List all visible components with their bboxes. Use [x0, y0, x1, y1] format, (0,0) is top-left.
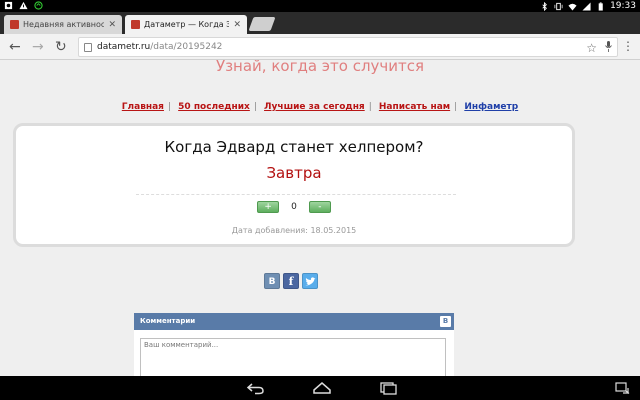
vk-favicon-icon: [10, 20, 19, 29]
battery-icon: [598, 1, 603, 11]
nav-separator: |: [167, 102, 172, 112]
vote-count: 0: [291, 202, 297, 212]
url-path: /data/20195242: [150, 42, 223, 52]
site-nav: Главная | 50 последних | Лучшие за сегодня…: [0, 102, 640, 112]
new-tab-button[interactable]: [248, 17, 276, 31]
recent-apps-icon[interactable]: [378, 381, 398, 395]
tab-vk-activity[interactable]: Недавняя активность в Вк ✕: [4, 15, 122, 34]
bluetooth-icon: [542, 1, 547, 11]
screen-cast-icon[interactable]: [614, 381, 630, 395]
close-icon[interactable]: ✕: [108, 20, 116, 30]
tab-title: Датаметр — Когда Эдвард: [144, 20, 230, 29]
warning-icon: [19, 1, 28, 10]
back-icon[interactable]: [246, 381, 266, 395]
nav-link-infametr[interactable]: Инфаметр: [464, 102, 518, 112]
home-icon[interactable]: [312, 381, 332, 395]
url-host: datametr.ru: [97, 42, 151, 52]
sync-icon: [34, 1, 43, 10]
wifi-icon: [568, 3, 577, 11]
nav-link-latest[interactable]: 50 последних: [178, 102, 250, 112]
nav-link-home[interactable]: Главная: [122, 102, 164, 112]
comments-widget: Комментарии В: [134, 313, 454, 376]
facebook-share-icon[interactable]: f: [283, 273, 299, 289]
vibrate-icon: [554, 2, 563, 10]
bookmark-star-icon[interactable]: ☆: [586, 41, 597, 55]
vote-up-button[interactable]: +: [257, 201, 280, 213]
signal-icon: [582, 1, 591, 11]
twitter-share-icon[interactable]: [302, 273, 318, 289]
question-text: Когда Эдвард станет хелпером?: [164, 138, 424, 156]
browser-toolbar: ← → ↻ datametr.ru/data/20195242 ☆ ⋮: [0, 34, 640, 60]
photo-notification-icon: [4, 1, 13, 10]
share-buttons: В f: [264, 273, 318, 289]
prediction-card: Когда Эдвард станет хелпером? Завтра + 0…: [13, 123, 575, 247]
vote-controls: + 0 -: [16, 201, 572, 213]
tab-datametr[interactable]: Датаметр — Когда Эдвард ✕: [125, 15, 247, 34]
system-navigation-bar: [0, 376, 640, 400]
twitter-bird-icon: [305, 277, 316, 286]
date-added: Дата добавления: 18.05.2015: [231, 226, 357, 235]
site-slogan: Узнай, когда это случится: [215, 60, 425, 75]
nav-link-contact[interactable]: Написать нам: [379, 102, 450, 112]
tab-strip: Недавняя активность в Вк ✕ Датаметр — Ко…: [0, 12, 640, 34]
overflow-menu-icon[interactable]: ⋮: [622, 40, 634, 52]
datametr-favicon-icon: [131, 20, 140, 29]
nav-link-best-today[interactable]: Лучшие за сегодня: [264, 102, 365, 112]
forward-arrow-icon[interactable]: →: [32, 39, 44, 55]
comment-input[interactable]: [140, 338, 446, 376]
nav-separator: |: [454, 102, 458, 112]
close-icon[interactable]: ✕: [233, 20, 241, 30]
answer-text: Завтра: [266, 164, 322, 182]
nav-separator: |: [253, 102, 257, 112]
vote-down-button[interactable]: -: [308, 201, 331, 213]
reload-icon[interactable]: ↻: [55, 39, 67, 55]
tab-title: Недавняя активность в Вк: [23, 20, 105, 29]
comments-header: Комментарии В: [134, 313, 454, 330]
nav-separator: |: [368, 102, 372, 112]
address-bar[interactable]: datametr.ru/data/20195242 ☆: [78, 37, 618, 57]
comments-title: Комментарии: [140, 317, 196, 325]
web-page: Узнай, когда это случится Главная | 50 по…: [0, 60, 640, 376]
vk-share-icon[interactable]: В: [264, 273, 280, 289]
page-icon: [84, 43, 92, 52]
status-bar: 19:33: [0, 0, 640, 12]
clock: 19:33: [610, 1, 636, 11]
back-arrow-icon[interactable]: ←: [9, 39, 21, 55]
microphone-icon[interactable]: [605, 41, 612, 52]
divider: [136, 194, 456, 195]
vk-logo-icon: В: [440, 316, 451, 327]
